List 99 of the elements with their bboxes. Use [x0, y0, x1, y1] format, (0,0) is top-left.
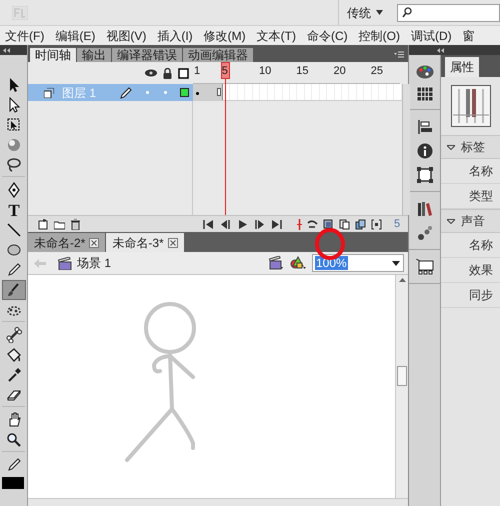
library-icon[interactable]	[416, 201, 432, 217]
align-icon[interactable]	[416, 119, 432, 135]
panel-tab[interactable]: 动画编辑器	[183, 48, 253, 62]
transform-icon[interactable]	[416, 167, 432, 183]
frame-number: 1	[194, 65, 200, 78]
play-icon[interactable]	[237, 218, 248, 230]
folder-icon[interactable]	[54, 218, 65, 230]
scroll-up-icon[interactable]	[398, 278, 406, 282]
edit-symbol-icon[interactable]	[290, 256, 306, 270]
menu-item[interactable]: 编辑(E)	[55, 26, 96, 44]
transform-icon	[6, 117, 22, 133]
collapse-icon	[437, 48, 445, 52]
property-label: 名称	[469, 237, 493, 254]
layer-color-square[interactable]	[180, 88, 189, 97]
frame-number: 20	[334, 65, 346, 78]
text-tool[interactable]: T	[2, 200, 26, 220]
edit-multiple-icon[interactable]	[355, 218, 366, 230]
menu-item[interactable]: 文件(F)	[5, 26, 44, 44]
oval-icon	[6, 242, 22, 258]
symbol-thumbnail-icon	[451, 85, 491, 127]
panel-tab[interactable]: 输出	[77, 48, 111, 62]
bone-icon	[6, 327, 22, 343]
bucket-icon	[6, 347, 22, 363]
menu-item[interactable]: 视图(V)	[106, 26, 146, 44]
scene-label: 场景 1	[77, 255, 112, 272]
menu-item[interactable]: 文本(T)	[256, 26, 296, 44]
annotation-circle	[314, 228, 346, 260]
eye-icon	[145, 69, 157, 77]
menu-item[interactable]: 控制(O)	[358, 26, 400, 44]
search-field[interactable]	[397, 4, 500, 22]
frame-number: 15	[296, 65, 309, 78]
palette-icon[interactable]	[416, 64, 434, 79]
scrollbar[interactable]	[402, 84, 410, 215]
app-logo-icon	[12, 6, 28, 20]
section-header[interactable]: 声音	[441, 209, 500, 233]
current-frame-number: 5	[394, 216, 400, 232]
caret-icon	[392, 260, 400, 266]
menu-item[interactable]: 窗	[462, 26, 475, 44]
previous-frame-icon[interactable]	[220, 218, 231, 230]
next-frame-icon[interactable]	[254, 218, 265, 230]
caret-icon	[376, 10, 383, 15]
pencil-icon	[120, 86, 132, 98]
property-label: 效果	[469, 262, 493, 279]
frame-number: 5	[222, 65, 228, 78]
onion-skin-icon[interactable]	[323, 218, 334, 230]
search-icon	[402, 7, 412, 18]
center-frame-icon[interactable]	[294, 218, 302, 230]
components-icon[interactable]	[416, 259, 434, 275]
close-icon[interactable]	[89, 238, 100, 248]
new-layer-icon[interactable]	[38, 218, 49, 230]
loop-icon[interactable]	[307, 218, 318, 230]
clapperboard-icon	[58, 256, 72, 270]
panel-menu-icon[interactable]	[394, 51, 404, 58]
lasso-icon	[6, 157, 22, 173]
keyframe-span[interactable]	[193, 84, 223, 100]
first-frame-icon[interactable]	[203, 218, 214, 230]
panel-tab[interactable]: 时间轴	[30, 48, 76, 62]
frame-number: 10	[259, 65, 272, 78]
menu-item[interactable]: 命令(C)	[306, 26, 348, 44]
playhead[interactable]	[221, 62, 230, 215]
last-frame-icon[interactable]	[271, 218, 282, 230]
trash-icon[interactable]	[70, 218, 81, 230]
frame-number: 25	[370, 65, 384, 78]
expanded-triangle-icon	[447, 218, 455, 224]
pencil-icon	[6, 262, 22, 278]
vertical-scrollbar[interactable]	[395, 275, 408, 498]
fill-color-swatch[interactable]	[2, 477, 24, 489]
section-header[interactable]: 标签	[441, 135, 500, 159]
sphere-icon	[6, 137, 22, 153]
menu-item[interactable]: 调试(D)	[410, 26, 452, 44]
panel-tab[interactable]: 编译器错误	[112, 48, 182, 62]
pencil-icon	[6, 457, 22, 473]
property-label: 名称	[469, 163, 493, 180]
bubbles-icon[interactable]	[416, 225, 432, 241]
property-label: 类型	[469, 188, 493, 205]
swatches-icon[interactable]	[416, 87, 432, 101]
edit-scene-icon[interactable]	[269, 256, 284, 270]
document-tab[interactable]: 未命名-2*	[28, 233, 106, 252]
scrollbar-thumb[interactable]	[397, 366, 407, 386]
zoom-icon	[6, 432, 22, 448]
eyedropper-icon	[6, 367, 22, 383]
panel-tab[interactable]: 属性	[445, 57, 479, 77]
info-icon[interactable]	[416, 143, 432, 159]
brush-tool[interactable]	[2, 280, 26, 300]
onion-outline-icon[interactable]	[339, 218, 350, 230]
layer-icon	[44, 88, 54, 98]
close-icon[interactable]	[168, 238, 178, 248]
menu-item[interactable]: 修改(M)	[204, 26, 246, 44]
expanded-triangle-icon	[447, 144, 455, 150]
collapse-icon	[3, 48, 11, 52]
outline-icon	[178, 68, 189, 78]
document-tab[interactable]: 未命名-3*	[106, 233, 184, 252]
line-icon	[6, 222, 22, 238]
lock-icon	[163, 68, 172, 78]
zoom-field[interactable]: 100%	[312, 254, 404, 272]
menu-item[interactable]: 插入(I)	[157, 26, 193, 44]
pen-icon	[6, 182, 22, 198]
property-label: 同步	[469, 287, 493, 304]
markers-icon[interactable]	[371, 218, 382, 230]
